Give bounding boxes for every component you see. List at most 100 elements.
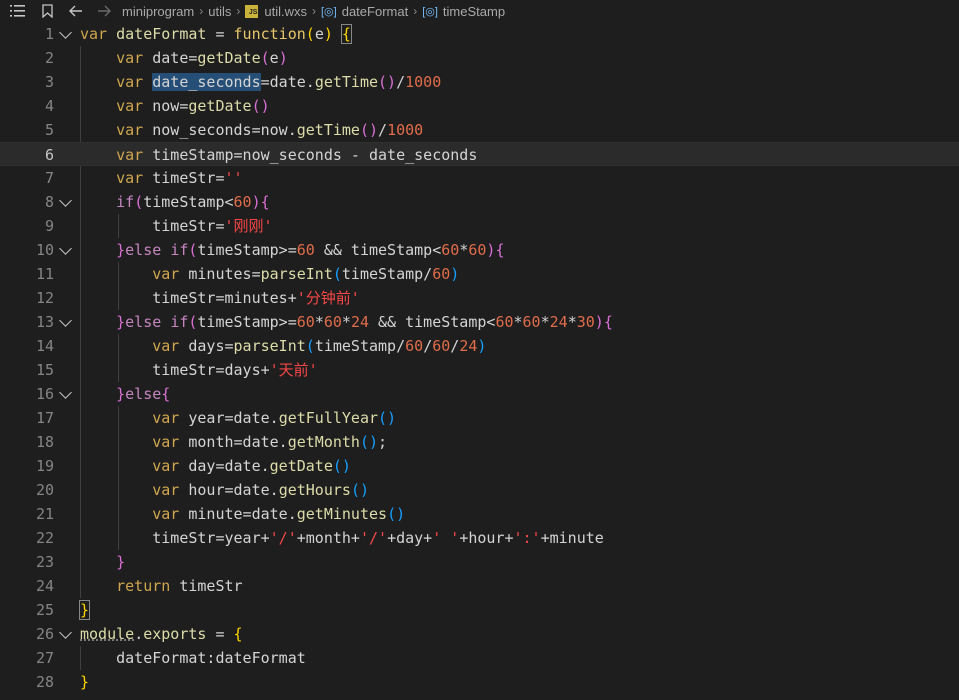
code-editor[interactable]: 1 var dateFormat = function(e) { 2 var d… xyxy=(0,22,959,700)
code-text: var month=date.getMonth(); xyxy=(152,433,388,451)
code-line[interactable]: 28 } xyxy=(0,670,959,694)
code-line[interactable]: 21 var minute=date.getMinutes() xyxy=(0,502,959,526)
line-number: 18 xyxy=(35,433,54,451)
line-number: 13 xyxy=(35,313,54,331)
outline-menu-icon[interactable] xyxy=(8,5,26,17)
line-number: 8 xyxy=(44,193,54,211)
line-number: 3 xyxy=(44,73,54,91)
breadcrumb-folder-miniprogram[interactable]: miniprogram xyxy=(122,4,194,19)
code-text: var timeStamp=now_seconds - date_seconds xyxy=(116,146,478,164)
breadcrumb-file[interactable]: util.wxs xyxy=(264,4,307,19)
line-number: 16 xyxy=(35,385,54,403)
code-line[interactable]: 19 var day=date.getDate() xyxy=(0,454,959,478)
code-text: var date=getDate(e) xyxy=(116,49,288,67)
code-line[interactable]: 2 var date=getDate(e) xyxy=(0,46,959,70)
fold-chevron-icon[interactable] xyxy=(59,626,72,639)
line-number: 26 xyxy=(35,625,54,643)
line-number: 25 xyxy=(35,601,54,619)
line-number: 7 xyxy=(44,169,54,187)
line-number: 19 xyxy=(35,457,54,475)
line-number: 27 xyxy=(35,649,54,667)
fold-chevron-icon[interactable] xyxy=(59,26,72,39)
code-text: var year=date.getFullYear() xyxy=(152,409,397,427)
code-text: timeStr='刚刚' xyxy=(152,217,273,235)
code-line-current[interactable]: 6 var timeStamp=now_seconds - date_secon… xyxy=(0,142,959,166)
code-line[interactable]: 1 var dateFormat = function(e) { xyxy=(0,22,959,46)
line-number: 9 xyxy=(44,217,54,235)
fold-chevron-icon[interactable] xyxy=(59,194,72,207)
line-number: 2 xyxy=(44,49,54,67)
line-number: 10 xyxy=(35,241,54,259)
line-number: 6 xyxy=(44,146,54,164)
line-number: 11 xyxy=(35,265,54,283)
code-text: var day=date.getDate() xyxy=(152,457,351,475)
code-line[interactable]: 20 var hour=date.getHours() xyxy=(0,478,959,502)
line-number: 22 xyxy=(35,529,54,547)
code-text: var date_seconds=date.getTime()/1000 xyxy=(116,73,442,91)
code-text: } xyxy=(78,600,91,620)
chevron-right-icon: › xyxy=(312,4,316,18)
line-number: 4 xyxy=(44,97,54,115)
chevron-right-icon: › xyxy=(413,4,418,18)
code-line[interactable]: 3 var date_seconds=date.getTime()/1000 xyxy=(0,70,959,94)
code-line[interactable]: 16 }else{ xyxy=(0,382,959,406)
variable-symbol-icon: [◎] xyxy=(422,5,438,18)
code-text: timeStr=year+'/'+month+'/'+day+' '+hour+… xyxy=(152,529,604,547)
fold-chevron-icon[interactable] xyxy=(59,242,72,255)
code-text: var minute=date.getMinutes() xyxy=(152,505,406,523)
fold-chevron-icon[interactable] xyxy=(59,386,72,399)
line-number: 5 xyxy=(44,121,54,139)
breadcrumb-folder-utils[interactable]: utils xyxy=(208,4,231,19)
code-line[interactable]: 5 var now_seconds=now.getTime()/1000 xyxy=(0,118,959,142)
code-line[interactable]: 25 } xyxy=(0,598,959,622)
forward-arrow-icon[interactable] xyxy=(96,5,112,17)
code-text: var minutes=parseInt(timeStamp/60) xyxy=(152,265,460,283)
line-number: 15 xyxy=(35,361,54,379)
line-number: 20 xyxy=(35,481,54,499)
code-text: var timeStr='' xyxy=(116,169,243,187)
code-line[interactable]: 23 } xyxy=(0,550,959,574)
code-line[interactable]: 24 return timeStr xyxy=(0,574,959,598)
code-line[interactable]: 10 }else if(timeStamp>=60 && timeStamp<6… xyxy=(0,238,959,262)
code-line[interactable]: 7 var timeStr='' xyxy=(0,166,959,190)
line-number: 23 xyxy=(35,553,54,571)
code-text: }else if(timeStamp>=60 && timeStamp<60*6… xyxy=(116,241,505,259)
code-line[interactable]: 9 timeStr='刚刚' xyxy=(0,214,959,238)
chevron-right-icon: › xyxy=(236,4,241,18)
code-line[interactable]: 8 if(timeStamp<60){ xyxy=(0,190,959,214)
js-file-icon: JS xyxy=(245,4,259,18)
code-text: }else if(timeStamp>=60*60*24 && timeStam… xyxy=(116,313,613,331)
code-text: var hour=date.getHours() xyxy=(152,481,369,499)
code-text: timeStr=days+'天前' xyxy=(152,361,318,379)
code-line[interactable]: 18 var month=date.getMonth(); xyxy=(0,430,959,454)
code-text: if(timeStamp<60){ xyxy=(116,193,270,211)
code-text: module.exports = { xyxy=(80,625,243,643)
line-number: 17 xyxy=(35,409,54,427)
line-number: 12 xyxy=(35,289,54,307)
fold-chevron-icon[interactable] xyxy=(59,314,72,327)
variable-symbol-icon: [◎] xyxy=(321,5,337,18)
code-line[interactable]: 22 timeStr=year+'/'+month+'/'+day+' '+ho… xyxy=(0,526,959,550)
line-number: 1 xyxy=(44,25,54,43)
line-number: 28 xyxy=(35,673,54,691)
code-text: } xyxy=(116,553,126,571)
breadcrumb-symbol-dateformat[interactable]: dateFormat xyxy=(342,4,408,19)
breadcrumb-symbol-timestamp[interactable]: timeStamp xyxy=(443,4,505,19)
code-line[interactable]: 13 }else if(timeStamp>=60*60*24 && timeS… xyxy=(0,310,959,334)
code-text: var dateFormat = function(e) { xyxy=(80,24,352,44)
back-arrow-icon[interactable] xyxy=(68,5,84,17)
code-text: var days=parseInt(timeStamp/60/60/24) xyxy=(152,337,487,355)
code-text: timeStr=minutes+'分钟前' xyxy=(152,289,360,307)
code-line[interactable]: 26 module.exports = { xyxy=(0,622,959,646)
line-number: 21 xyxy=(35,505,54,523)
code-line[interactable]: 27 dateFormat:dateFormat xyxy=(0,646,959,670)
code-line[interactable]: 11 var minutes=parseInt(timeStamp/60) xyxy=(0,262,959,286)
code-line[interactable]: 17 var year=date.getFullYear() xyxy=(0,406,959,430)
code-text: } xyxy=(80,673,90,691)
code-line[interactable]: 4 var now=getDate() xyxy=(0,94,959,118)
code-line[interactable]: 14 var days=parseInt(timeStamp/60/60/24) xyxy=(0,334,959,358)
code-line[interactable]: 15 timeStr=days+'天前' xyxy=(0,358,959,382)
code-text: return timeStr xyxy=(116,577,243,595)
bookmark-icon[interactable] xyxy=(40,4,54,18)
code-line[interactable]: 12 timeStr=minutes+'分钟前' xyxy=(0,286,959,310)
